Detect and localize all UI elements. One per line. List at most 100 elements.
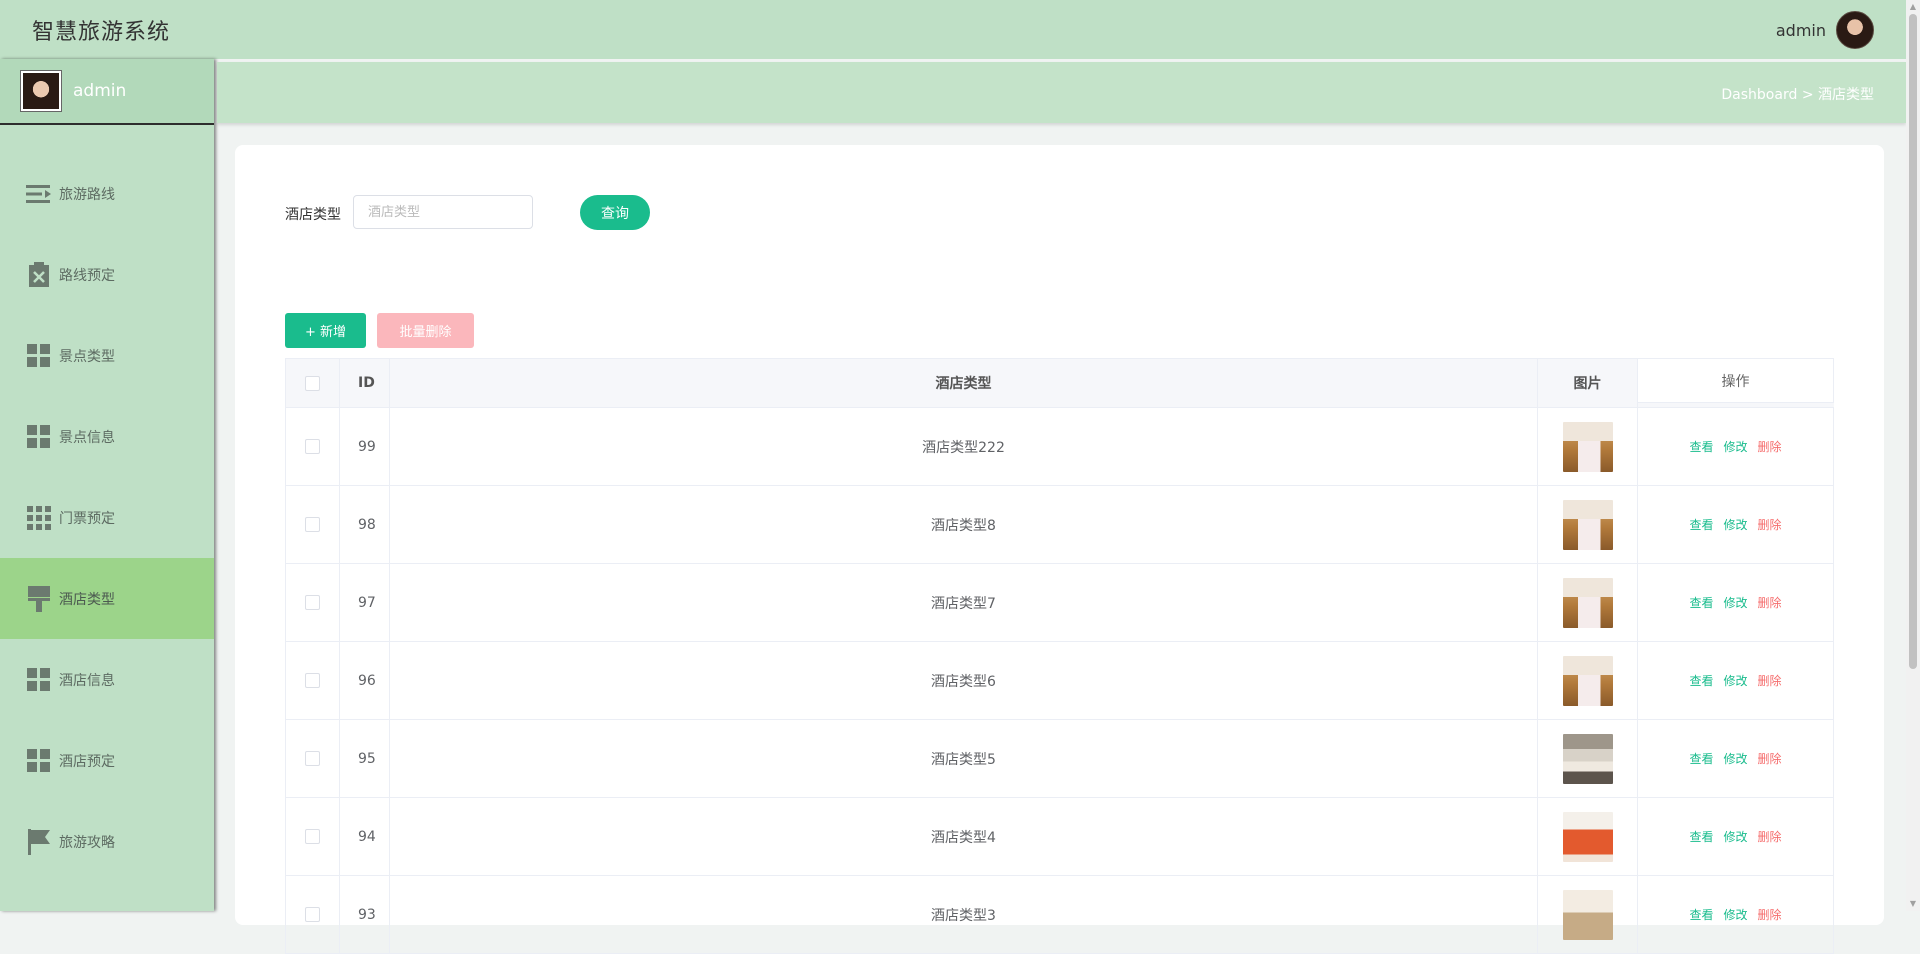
- row-thumbnail[interactable]: [1562, 889, 1613, 940]
- view-link[interactable]: 查看: [1689, 516, 1713, 533]
- grid-icon: [26, 667, 52, 693]
- row-image-cell: [1538, 486, 1638, 563]
- page-scrollbar[interactable]: ▲ ▼: [1906, 0, 1920, 911]
- breadcrumb-separator: >: [1801, 87, 1814, 103]
- top-user-menu[interactable]: admin: [1776, 11, 1874, 49]
- edit-link[interactable]: 修改: [1723, 828, 1747, 845]
- add-button[interactable]: + 新增: [285, 313, 366, 348]
- table-header-row: ID 酒店类型 图片 操作: [285, 358, 1834, 408]
- row-operations: 查看 修改 删除: [1638, 876, 1834, 953]
- sidebar-item-label: 景点类型: [59, 348, 115, 365]
- sidebar-item-hotel-types[interactable]: 酒店类型: [0, 558, 214, 639]
- search-label: 酒店类型: [285, 207, 341, 223]
- content-card: 酒店类型 查询 + 新增 批量删除 ID 酒店类型 图片 操作 99 酒店类型2…: [235, 145, 1884, 954]
- row-image-cell: [1538, 720, 1638, 797]
- sidebar-item-label: 门票预定: [59, 510, 115, 527]
- sidebar-item-ticket-booking[interactable]: 门票预定: [0, 477, 214, 558]
- row-thumbnail[interactable]: [1562, 811, 1613, 862]
- row-thumbnail[interactable]: [1562, 655, 1613, 706]
- paint-roller-icon: [26, 585, 52, 612]
- edit-link[interactable]: 修改: [1723, 672, 1747, 689]
- delete-link[interactable]: 删除: [1758, 750, 1782, 767]
- app-title: 智慧旅游系统: [32, 20, 171, 45]
- delete-link[interactable]: 删除: [1758, 516, 1782, 533]
- view-link[interactable]: 查看: [1689, 828, 1713, 845]
- clipboard-x-icon: [26, 261, 52, 288]
- sidebar-item-label: 酒店类型: [59, 591, 115, 608]
- sidebar-item-label: 旅游路线: [59, 186, 115, 203]
- edit-link[interactable]: 修改: [1723, 906, 1747, 923]
- row-thumbnail[interactable]: [1562, 577, 1613, 628]
- view-link[interactable]: 查看: [1689, 750, 1713, 767]
- row-operations: 查看 修改 删除: [1638, 798, 1834, 875]
- edit-link[interactable]: 修改: [1723, 594, 1747, 611]
- flag-icon: [26, 828, 52, 855]
- breadcrumb: Dashboard > 酒店类型: [1721, 84, 1874, 104]
- view-link[interactable]: 查看: [1689, 438, 1713, 455]
- scroll-down-icon[interactable]: ▼: [1909, 899, 1917, 909]
- row-thumbnail[interactable]: [1562, 421, 1613, 472]
- row-operations: 查看 修改 删除: [1638, 642, 1834, 719]
- row-select-cell: [285, 486, 340, 563]
- delete-link[interactable]: 删除: [1758, 906, 1782, 923]
- header-select-cell: [285, 359, 340, 407]
- row-thumbnail[interactable]: [1562, 499, 1613, 550]
- sidebar-item-hotel-info[interactable]: 酒店信息: [0, 639, 214, 720]
- delete-link[interactable]: 删除: [1758, 828, 1782, 845]
- row-checkbox[interactable]: [305, 829, 320, 844]
- sidebar: admin 旅游路线 路线预定 景点类型 景点信息 门票预定 酒店类型 酒店信息…: [0, 59, 214, 911]
- table-row: 96 酒店类型6 查看 修改 删除: [285, 642, 1834, 720]
- row-thumbnail[interactable]: [1562, 733, 1613, 784]
- row-operations: 查看 修改 删除: [1638, 720, 1834, 797]
- row-id: 99: [340, 408, 390, 485]
- delete-link[interactable]: 删除: [1758, 672, 1782, 689]
- row-hotel-type: 酒店类型222: [390, 408, 1538, 485]
- sidebar-item-travel-guides[interactable]: 旅游攻略: [0, 801, 214, 882]
- table-row: 94 酒店类型4 查看 修改 删除: [285, 798, 1834, 876]
- view-link[interactable]: 查看: [1689, 906, 1713, 923]
- delete-link[interactable]: 删除: [1758, 438, 1782, 455]
- breadcrumb-bar: Dashboard > 酒店类型: [217, 62, 1906, 123]
- sidebar-item-travel-routes[interactable]: 旅游路线: [0, 153, 214, 234]
- scrollbar-thumb[interactable]: [1909, 14, 1917, 669]
- row-select-cell: [285, 720, 340, 797]
- row-checkbox[interactable]: [305, 907, 320, 922]
- sidebar-item-hotel-booking[interactable]: 酒店预定: [0, 720, 214, 801]
- sidebar-item-route-booking[interactable]: 路线预定: [0, 234, 214, 315]
- row-id: 96: [340, 642, 390, 719]
- row-checkbox[interactable]: [305, 751, 320, 766]
- select-all-checkbox[interactable]: [305, 375, 320, 391]
- header-hotel-type: 酒店类型: [390, 359, 1538, 407]
- grid-9-icon: [26, 505, 52, 531]
- avatar[interactable]: [1836, 11, 1874, 49]
- row-hotel-type: 酒店类型5: [390, 720, 1538, 797]
- row-hotel-type: 酒店类型4: [390, 798, 1538, 875]
- batch-delete-button[interactable]: 批量删除: [377, 313, 474, 348]
- row-checkbox[interactable]: [305, 517, 320, 532]
- breadcrumb-current: 酒店类型: [1818, 87, 1874, 103]
- row-checkbox[interactable]: [305, 595, 320, 610]
- edit-link[interactable]: 修改: [1723, 438, 1747, 455]
- view-link[interactable]: 查看: [1689, 672, 1713, 689]
- row-operations: 查看 修改 删除: [1638, 564, 1834, 641]
- delete-link[interactable]: 删除: [1758, 594, 1782, 611]
- search-input[interactable]: [353, 195, 533, 229]
- sidebar-item-spot-info[interactable]: 景点信息: [0, 396, 214, 477]
- view-link[interactable]: 查看: [1689, 594, 1713, 611]
- query-button[interactable]: 查询: [580, 195, 650, 230]
- row-select-cell: [285, 876, 340, 953]
- scroll-up-icon[interactable]: ▲: [1909, 2, 1917, 12]
- sidebar-item-label: 旅游攻略: [59, 834, 115, 851]
- row-hotel-type: 酒店类型7: [390, 564, 1538, 641]
- row-id: 95: [340, 720, 390, 797]
- table-row: 97 酒店类型7 查看 修改 删除: [285, 564, 1834, 642]
- edit-link[interactable]: 修改: [1723, 750, 1747, 767]
- row-checkbox[interactable]: [305, 673, 320, 688]
- breadcrumb-home[interactable]: Dashboard: [1721, 87, 1797, 103]
- sidebar-item-spot-types[interactable]: 景点类型: [0, 315, 214, 396]
- edit-link[interactable]: 修改: [1723, 516, 1747, 533]
- top-user-name[interactable]: admin: [1776, 21, 1826, 40]
- row-checkbox[interactable]: [305, 439, 320, 454]
- table-row: 95 酒店类型5 查看 修改 删除: [285, 720, 1834, 798]
- header-image: 图片: [1538, 359, 1638, 407]
